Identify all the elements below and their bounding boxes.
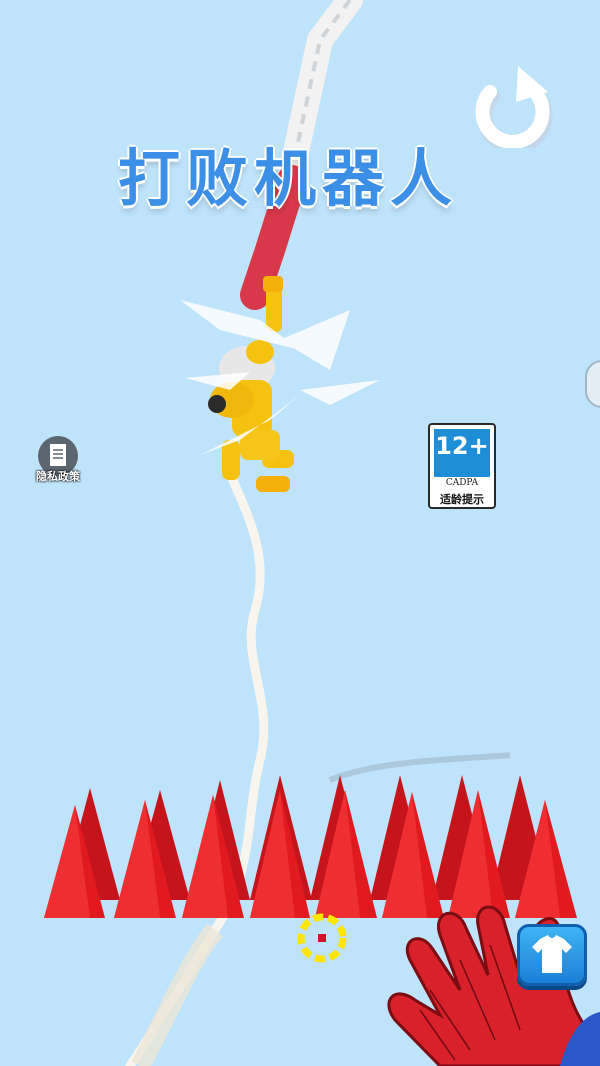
spike-field <box>44 775 577 918</box>
side-menu-handle[interactable] <box>585 360 600 408</box>
age-rating-hint: 适龄提示 <box>440 493 484 506</box>
age-rating-number-box: 12+ <box>434 429 490 477</box>
restart-button[interactable] <box>462 62 558 154</box>
shirt-icon <box>532 935 572 973</box>
age-rating-badge: 12+ CADPA 适龄提示 <box>428 423 496 509</box>
privacy-policy-button[interactable]: 隐私政策 <box>26 436 90 486</box>
target-reticle <box>297 913 347 963</box>
restart-icon <box>475 66 553 154</box>
game-title: 打败机器人 <box>118 142 459 215</box>
web-trail <box>125 473 269 1066</box>
skin-shop-button[interactable] <box>517 924 587 986</box>
age-rating-org: CADPA <box>445 478 479 488</box>
age-rating-number: 12+ <box>435 432 489 460</box>
privacy-policy-label: 隐私政策 <box>36 470 80 483</box>
